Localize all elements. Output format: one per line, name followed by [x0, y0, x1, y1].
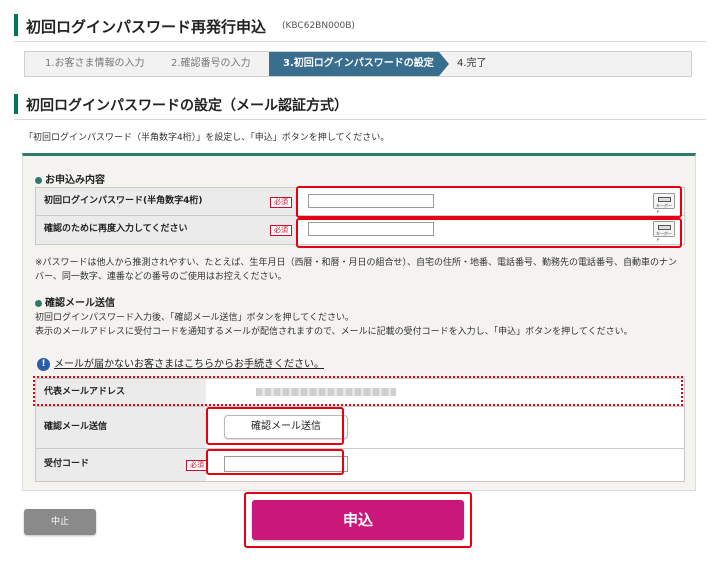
cancel-button[interactable]: 中止	[24, 509, 96, 535]
mail-not-received-link[interactable]: ! メールが届かないお客さまはこちらからお手続きください。	[37, 355, 324, 371]
header-accent-bar	[14, 14, 18, 36]
info-icon: !	[37, 357, 50, 371]
intro-text: 「初回ログインパスワード（半角数字4桁）」を設定し、「申込」ボタンを押してくださ…	[24, 133, 390, 143]
keyboard-label: キーボード	[656, 231, 672, 242]
mail-not-received-text: メールが届かないお客さまはこちらからお手続きください。	[54, 359, 324, 370]
step-confirm-number: 2.確認番号の入力	[171, 58, 251, 69]
password-row: 初回ログインパスワード(半角数字4桁) 必須 キーボード	[36, 188, 684, 216]
mail-heading: 確認メール送信	[35, 294, 115, 309]
keyboard-icon	[658, 225, 671, 230]
required-badge: 必須	[270, 225, 292, 236]
password-note: ※パスワードは他人から推測されやすい、たとえば、生年月日（西暦・和暦・月日の組合…	[35, 258, 678, 282]
password-confirm-label: 確認のために再度入力してください	[36, 216, 296, 244]
required-badge: 必須	[270, 197, 292, 208]
mail-table: 代表メールアドレス 確認メール送信 確認メール送信 受付コード 必須	[35, 378, 685, 482]
bullet-dot-icon	[35, 299, 42, 307]
section-accent-bar	[14, 94, 18, 114]
page-header: 初回ログインパスワード再発行申込 (KBC62BN000B)	[14, 12, 706, 42]
section-title: 初回ログインパスワードの設定（メール認証方式）	[14, 92, 706, 120]
email-address-label: 代表メールアドレス	[36, 379, 206, 406]
bullet-dot-icon	[35, 176, 42, 184]
password-table: 初回ログインパスワード(半角数字4桁) 必須 キーボード 確認のために再度入力し…	[35, 187, 685, 245]
software-keyboard-button[interactable]: キーボード	[653, 193, 675, 214]
password-confirm-input[interactable]	[308, 222, 434, 236]
email-address-row: 代表メールアドレス	[36, 379, 684, 407]
send-confirm-mail-button[interactable]: 確認メール送信	[224, 415, 348, 439]
application-heading-text: お申込み内容	[45, 175, 105, 186]
send-mail-label: 確認メール送信	[36, 407, 206, 448]
password-confirm-row: 確認のために再度入力してください 必須 キーボード	[36, 216, 684, 244]
required-badge: 必須	[186, 460, 208, 471]
mail-description-line2: 表示のメールアドレスに受付コードを通知するメールが配信されますので、メールに記載…	[35, 327, 633, 337]
step-customer-info: 1.お客さま情報の入力	[45, 58, 145, 69]
software-keyboard-button[interactable]: キーボード	[653, 221, 675, 242]
send-mail-row: 確認メール送信 確認メール送信	[36, 407, 684, 449]
submit-button[interactable]: 申込	[252, 500, 464, 540]
keyboard-label: キーボード	[656, 203, 672, 214]
receipt-code-input[interactable]	[224, 456, 348, 472]
receipt-code-row: 受付コード 必須	[36, 449, 684, 481]
mail-description: 初回ログインパスワード入力後、「確認メール送信」ボタンを押してください。 表示の…	[35, 311, 685, 339]
page-title: 初回ログインパスワード再発行申込	[26, 18, 267, 36]
application-heading: お申込み内容	[35, 171, 105, 186]
receipt-code-label: 受付コード	[36, 449, 206, 481]
form-panel: お申込み内容 初回ログインパスワード(半角数字4桁) 必須 キーボード 確認のた…	[22, 153, 696, 491]
password-input[interactable]	[308, 194, 434, 208]
password-label: 初回ログインパスワード(半角数字4桁)	[36, 188, 296, 215]
keyboard-icon	[658, 197, 671, 202]
screen-code: (KBC62BN000B)	[282, 21, 355, 31]
progress-stepper: 1.お客さま情報の入力 2.確認番号の入力 3.初回ログインパスワードの設定 4…	[24, 51, 692, 77]
masked-email-address	[256, 388, 396, 396]
mail-heading-text: 確認メール送信	[45, 298, 115, 309]
step-complete: 4.完了	[457, 58, 487, 69]
mail-description-line1: 初回ログインパスワード入力後、「確認メール送信」ボタンを押してください。	[35, 313, 354, 323]
section-title-text: 初回ログインパスワードの設定（メール認証方式）	[26, 98, 348, 114]
step-password-setting-current: 3.初回ログインパスワードの設定	[269, 52, 449, 76]
